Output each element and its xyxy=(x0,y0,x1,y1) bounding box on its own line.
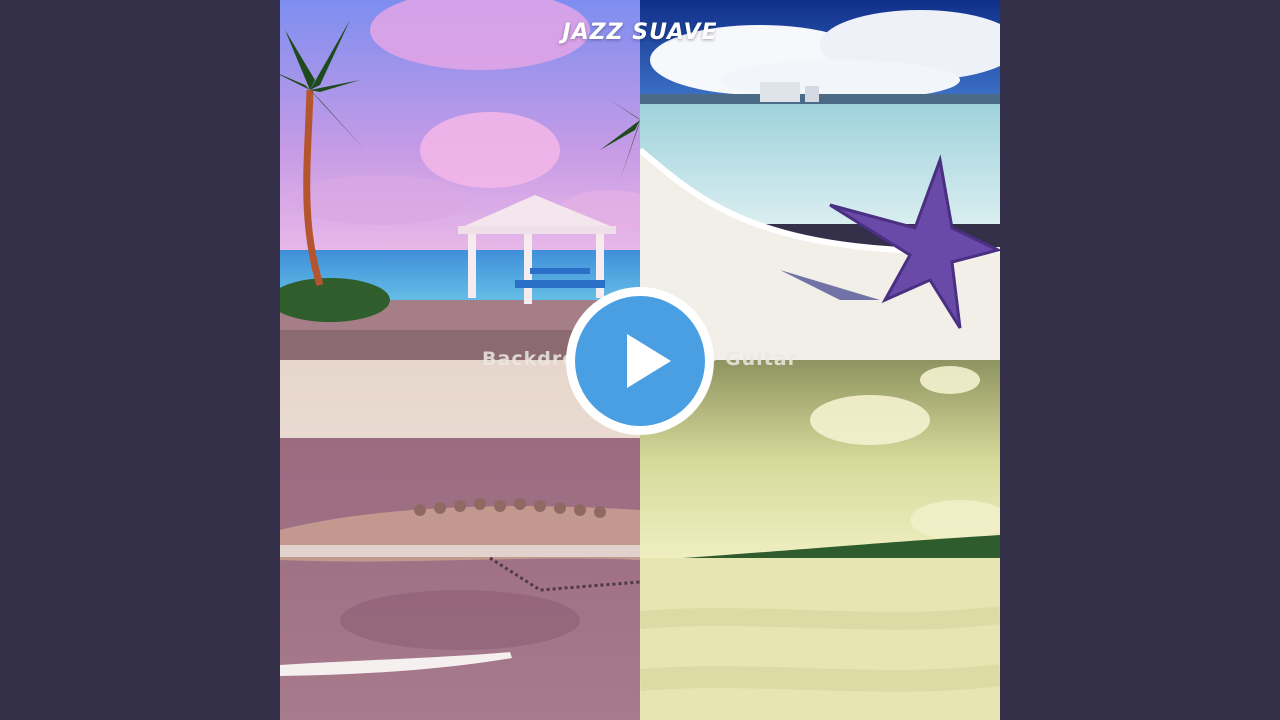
artist-name: JAZZ SUAVE xyxy=(562,20,718,45)
video-player[interactable]: JAZZ SUAVE Backdrop for ... ile - Guitar xyxy=(0,0,1280,720)
play-button[interactable] xyxy=(566,287,714,435)
play-icon[interactable] xyxy=(575,296,705,426)
play-button-circle[interactable] xyxy=(575,296,705,426)
